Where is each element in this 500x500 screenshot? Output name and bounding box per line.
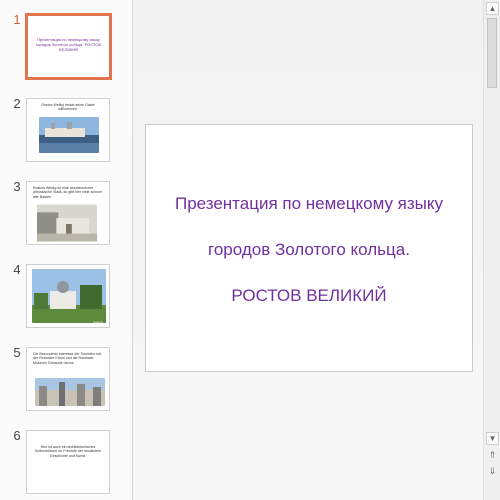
slide-thumbnail-4[interactable]: 4 uroki.ru — [0, 262, 132, 344]
scroll-up-icon[interactable]: ▲ — [486, 2, 499, 15]
thumbnail-text: Die Besonderst Interesse der Touristen r… — [33, 352, 102, 365]
cathedral-photo — [32, 269, 106, 323]
slide-thumbnail-pane: 1 Презентация по немецкому языку городов… — [0, 0, 133, 500]
slide-thumbnail-3[interactable]: 3 Rostow Weliky ist eine wunderschone al… — [0, 179, 132, 261]
vertical-scrollbar[interactable]: ▲ ▼ ⇑ ⇓ — [483, 0, 500, 500]
scroll-down-icon[interactable]: ▼ — [486, 432, 499, 445]
photo-credit: uroki.ru — [92, 320, 103, 324]
scrollbar-thumb[interactable] — [487, 18, 497, 88]
kremlin-walls-photo — [35, 378, 105, 406]
kremlin-photo — [39, 117, 99, 153]
thumbnail-frame[interactable]: uroki.ru — [26, 264, 110, 328]
photo-credit: uroki.ru — [92, 154, 103, 158]
slide-number: 2 — [13, 96, 21, 111]
slide-number: 1 — [13, 12, 21, 27]
thumbnail-text: Rostow Weliky ist eine wunderschone altr… — [33, 186, 103, 199]
thumbnail-frame[interactable]: Rostow Weliky ist eine wunderschone altr… — [26, 181, 110, 245]
slide-thumbnail-6[interactable]: 6 Hier ist auch ein architektonisches Ku… — [0, 428, 132, 500]
thumbnail-text: Rostov Weliký heisst seine Gaste willkom… — [41, 103, 95, 112]
next-slide-icon[interactable]: ⇓ — [486, 466, 499, 479]
thumbnail-frame[interactable]: Die Besonderst Interesse der Touristen r… — [26, 347, 110, 411]
slide-number: 5 — [13, 345, 21, 360]
previous-slide-icon[interactable]: ⇑ — [486, 450, 499, 463]
slide-number: 3 — [13, 179, 21, 194]
slide-thumbnail-2[interactable]: 2 Rostov Weliký heisst seine Gaste willk… — [0, 96, 132, 178]
slide-number: 4 — [13, 262, 21, 277]
slide-title-line-1: Презентация по немецкому языку — [174, 193, 444, 213]
slide-title-line-2: городов Золотого кольца. — [208, 239, 410, 259]
church-photo — [37, 204, 97, 242]
current-slide[interactable]: Презентация по немецкому языку городов З… — [145, 124, 473, 372]
thumbnail-frame[interactable]: Rostov Weliký heisst seine Gaste willkom… — [26, 98, 110, 162]
slide-number: 6 — [13, 428, 21, 443]
thumbnail-frame[interactable]: Hier ist auch ein architektonisches Kult… — [26, 430, 110, 494]
slide-editor-area: Презентация по немецкому языку городов З… — [133, 0, 483, 500]
thumbnail-text: Hier ist auch ein architektonisches Kult… — [34, 445, 102, 458]
thumbnail-text: Презентация по немецкому языку городов З… — [35, 37, 102, 52]
slide-title-line-3: РОСТОВ ВЕЛИКИЙ — [231, 285, 387, 305]
slide-title[interactable]: Презентация по немецкому языку городов З… — [175, 169, 443, 330]
slide-thumbnail-5[interactable]: 5 Die Besonderst Interesse der Touristen… — [0, 345, 132, 427]
slide-thumbnail-1[interactable]: 1 Презентация по немецкому языку городов… — [0, 12, 132, 94]
thumbnail-frame[interactable]: Презентация по немецкому языку городов З… — [25, 13, 112, 80]
